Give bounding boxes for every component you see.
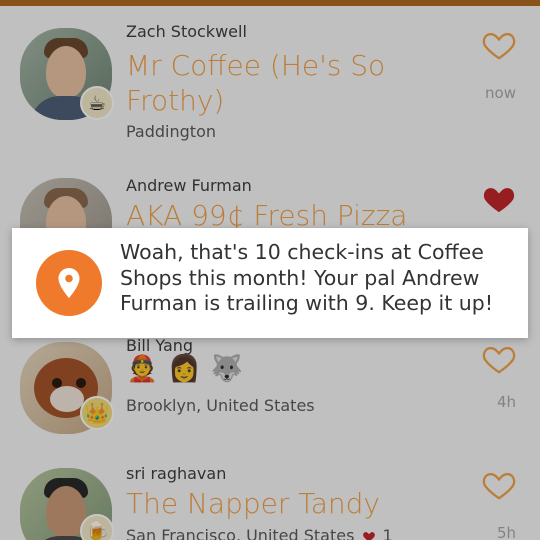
toast-message: Woah, that's 10 check-ins at Coffee Shop… [120,240,494,316]
location-pin-glyph [58,268,80,298]
checkin-toast[interactable]: Woah, that's 10 check-ins at Coffee Shop… [12,228,528,338]
location-pin-icon [36,250,102,316]
